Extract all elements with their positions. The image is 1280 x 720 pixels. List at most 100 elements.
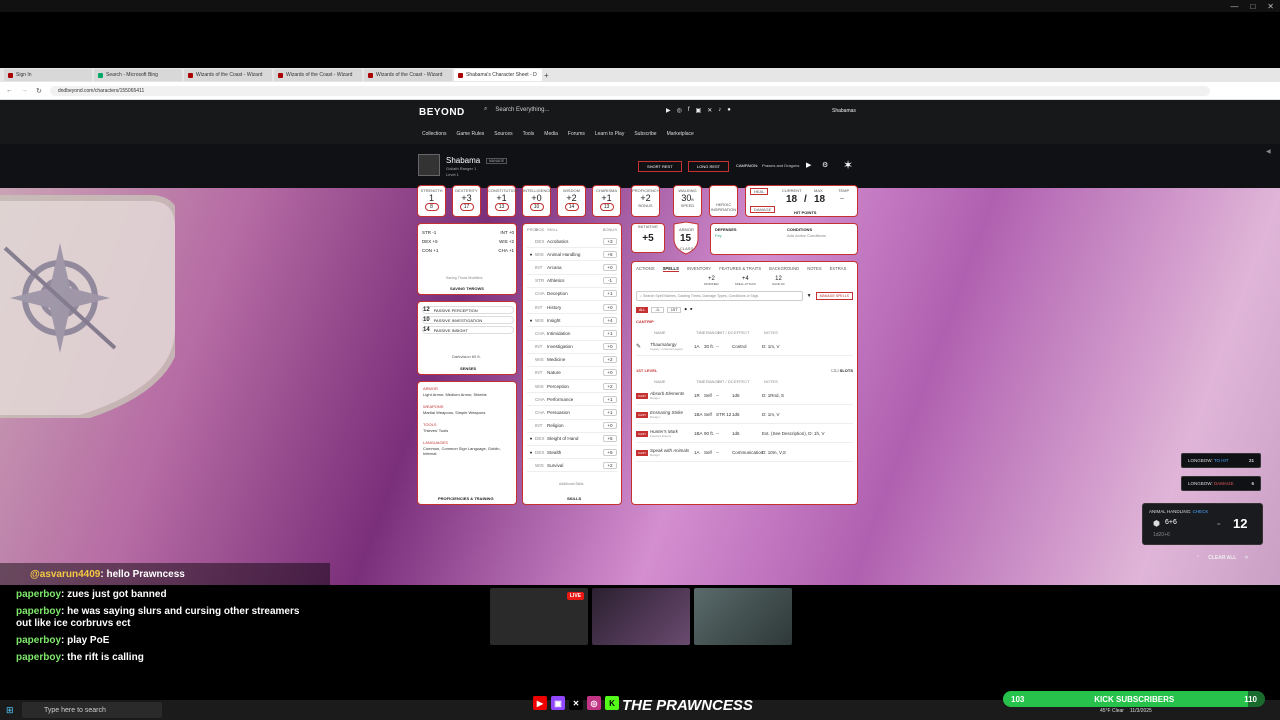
close-icon[interactable]: ✕ <box>1267 2 1274 11</box>
nav-link[interactable]: Subscribe <box>634 131 656 137</box>
stat-dexterity[interactable]: DEXTERITY +3 17 <box>452 185 481 217</box>
instagram-icon[interactable]: ◎ <box>677 107 682 114</box>
heal-button[interactable]: HEAL <box>750 188 769 195</box>
back-icon[interactable]: ← <box>6 87 13 94</box>
skill-row[interactable]: WIS Survival +2 <box>527 459 617 473</box>
stat-intelligence[interactable]: INTELLIGENCE +0 10 <box>522 185 552 217</box>
roll-card[interactable]: LONGBOW: DAMAGE 6 <box>1181 476 1261 491</box>
skill-row[interactable]: DEX Acrobatics +3 <box>527 235 617 249</box>
cast-button[interactable]: CAST <box>636 411 649 418</box>
taskbar-search[interactable]: Type here to search <box>22 702 162 718</box>
browser-tab-active[interactable]: Shabama's Character Sheet - D <box>454 69 542 81</box>
skill-row[interactable]: INT Religion +0 <box>527 420 617 433</box>
stat-wisdom[interactable]: WISDOM +2 14 <box>557 185 586 217</box>
spell-row[interactable]: CAST Ensnaring Strike Ranger 1BA Self STR 12 1… <box>636 405 853 424</box>
skill-row[interactable]: STR Athletics -1 <box>527 275 617 288</box>
bell-icon[interactable]: ♪ <box>718 107 721 114</box>
play-icon[interactable]: ▶ <box>806 161 811 169</box>
short-rest-button[interactable]: SHORT REST <box>638 161 682 172</box>
url-field[interactable]: dndbeyond.com/characters/155065411 <box>49 85 1210 96</box>
ritual-icon[interactable]: ■ <box>690 307 692 313</box>
nav-link[interactable]: Marketplace <box>667 131 694 137</box>
minimize-icon[interactable]: — <box>1230 2 1238 11</box>
clear-all-button[interactable]: CLEAR ALL <box>1208 555 1236 561</box>
tab-background[interactable]: BACKGROUND <box>769 266 799 272</box>
spell-search-input[interactable]: ⌕ Search Spell Names, Casting Times, Dam… <box>636 291 803 301</box>
skill-row[interactable]: INT Nature +0 <box>527 367 617 381</box>
browser-tab[interactable]: Search - Microsoft Bing <box>94 69 182 81</box>
cast-button[interactable]: CAST <box>636 449 649 456</box>
chevron-up-icon[interactable]: ⌃ <box>1196 555 1200 561</box>
browser-tab[interactable]: Wizards of the Coast - Wizard <box>364 69 452 81</box>
account-menu[interactable]: Shabamas <box>832 108 856 114</box>
additional-skills[interactable]: Additional Skills <box>559 482 584 486</box>
collapse-icon[interactable]: ◀ <box>1266 148 1271 155</box>
save-row[interactable]: DEX +5 <box>422 239 438 244</box>
skill-row[interactable]: INT Arcana +0 <box>527 261 617 275</box>
browser-tab[interactable]: Wizards of the Coast - Wizard <box>274 69 362 81</box>
nav-link[interactable]: Collections <box>422 131 446 137</box>
tab-features[interactable]: FEATURES & TRAITS <box>719 266 761 272</box>
dice-result-card[interactable]: ANIMAL HANDLING: CHECK ⬢ 6+6 1d20+6 = 12 <box>1142 503 1263 545</box>
long-rest-button[interactable]: LONG REST <box>688 161 730 172</box>
skill-row[interactable]: INT History +0 <box>527 301 617 315</box>
spell-row[interactable]: CAST Absorb Elements Ranger 1R Self -- 1d6 D: 1… <box>636 386 853 405</box>
spell-row[interactable]: CAST Hunter's Mark Favored Enemy 1BA 90 ft. -… <box>636 424 853 443</box>
ddb-logo[interactable]: BEYOND <box>419 107 465 118</box>
slot-checkbox[interactable]: ☐ <box>835 368 839 373</box>
filter-all[interactable]: ALL <box>636 307 649 313</box>
damage-button[interactable]: DAMAGE <box>750 206 776 213</box>
tab-inventory[interactable]: INVENTORY <box>687 266 711 272</box>
cast-button[interactable]: CAST <box>636 392 649 399</box>
windows-start-icon[interactable]: ⊞ <box>6 705 14 716</box>
weather[interactable]: 45°F Clear <box>1100 708 1124 714</box>
save-row[interactable]: STR -1 <box>422 230 436 235</box>
hp-current[interactable]: 18 <box>786 194 797 205</box>
gear-icon[interactable]: ⚙ <box>822 161 828 169</box>
skill-row[interactable]: CHA Deception +1 <box>527 288 617 301</box>
tab-notes[interactable]: NOTES <box>807 266 821 272</box>
save-row[interactable]: CON +1 <box>422 248 438 253</box>
spell-row[interactable]: CAST Speak with Animals Ranger 1A Self -- Comm… <box>636 443 853 462</box>
clock-date[interactable]: 11/3/2025 <box>1130 708 1152 714</box>
stat-charisma[interactable]: CHARISMA +1 13 <box>592 185 621 217</box>
skill-row[interactable]: WIS Medicine +2 <box>527 354 617 367</box>
heroic-inspiration[interactable]: HEROIC INSPIRATION <box>709 185 738 217</box>
skill-row[interactable]: CHA Intimidation +1 <box>527 327 617 341</box>
search-input[interactable]: Search Everything... <box>495 107 549 113</box>
save-row[interactable]: INT +0 <box>500 230 514 235</box>
filter-icon[interactable]: ▼ <box>807 293 812 299</box>
maximize-icon[interactable]: □ <box>1250 2 1255 11</box>
browser-tab[interactable]: Sign In <box>4 69 92 81</box>
nav-link[interactable]: Learn to Play <box>595 131 624 137</box>
manage-button[interactable]: MANAGE <box>486 158 508 164</box>
concentration-icon[interactable]: ◆ <box>684 307 687 313</box>
spell-row[interactable]: ✎ Thaumaturgy Legacy • Infernal Legacy 1A… <box>636 337 853 356</box>
skill-row[interactable]: ● WIS Animal Handling +6 <box>527 248 617 262</box>
conditions-link[interactable]: Add Active Conditions <box>787 233 826 238</box>
cast-button[interactable]: CAST <box>636 430 649 437</box>
nav-link[interactable]: Tools <box>523 131 535 137</box>
skill-row[interactable]: INT Investigation +0 <box>527 341 617 354</box>
save-row[interactable]: CHA +1 <box>498 248 514 253</box>
stat-constitution[interactable]: CONSTITUTION +1 13 <box>487 185 518 217</box>
new-tab-icon[interactable]: + <box>544 71 549 80</box>
skill-row[interactable]: ● WIS Insight +4 <box>527 314 617 328</box>
skill-row[interactable]: WIS Perception +2 <box>527 380 617 394</box>
skill-row[interactable]: CHA Persuasion +1 <box>527 406 617 420</box>
skill-row[interactable]: CHA Performance +1 <box>527 393 617 407</box>
save-row[interactable]: WIS +2 <box>499 239 514 244</box>
avatar[interactable] <box>418 154 440 176</box>
nav-link[interactable]: Sources <box>494 131 512 137</box>
youtube-icon[interactable]: ▶ <box>666 107 671 114</box>
filter-cantrip[interactable]: -0- <box>651 307 664 313</box>
facebook-icon[interactable]: f <box>688 107 690 114</box>
filter-1st[interactable]: 1ST <box>666 307 682 313</box>
tab-spells[interactable]: SPELLS <box>662 266 679 272</box>
skill-row[interactable]: ● DEX Sleight of Hand +5 <box>527 433 617 446</box>
skill-row[interactable]: ● DEX Stealth +5 <box>527 446 617 460</box>
nav-link[interactable]: Game Rules <box>456 131 484 137</box>
reload-icon[interactable]: ↻ <box>36 87 42 95</box>
nav-link[interactable]: Media <box>544 131 558 137</box>
nav-link[interactable]: Forums <box>568 131 585 137</box>
